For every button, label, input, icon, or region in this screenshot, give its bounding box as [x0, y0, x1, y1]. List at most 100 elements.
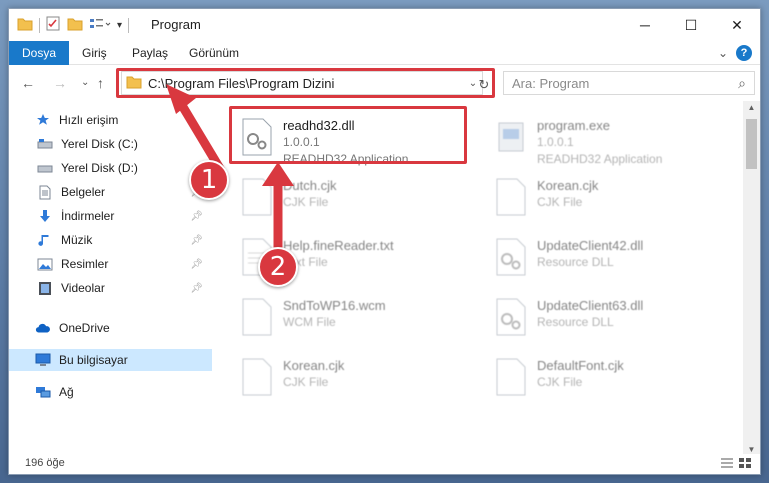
- sidebar-item-downloads[interactable]: İndirmeler 📌︎: [9, 205, 205, 227]
- sidebar-item-onedrive[interactable]: OneDrive: [9, 317, 205, 339]
- sidebar-item-network[interactable]: Ağ: [9, 381, 205, 403]
- toolbar-divider: [128, 17, 130, 33]
- help-icon[interactable]: ?: [736, 45, 752, 61]
- file-name: Korean.cjk: [283, 358, 345, 373]
- folder-icon: [17, 17, 33, 34]
- generic-file-icon: [239, 357, 275, 401]
- sidebar-item-label: Videolar: [61, 281, 105, 295]
- ribbon-right-controls: ⌄ ?: [718, 45, 752, 61]
- step-2-badge: 2: [258, 247, 298, 287]
- recent-locations-button[interactable]: ⌄: [81, 77, 89, 88]
- sidebar-item-label: Yerel Disk (D:): [61, 161, 138, 175]
- file-name: DefaultFont.cjk: [537, 358, 624, 373]
- large-icons-view-icon[interactable]: [738, 457, 752, 472]
- generic-file-icon: [239, 297, 275, 341]
- search-icon: ⌕: [738, 74, 746, 91]
- file-version: 1.0.0.1: [283, 135, 320, 149]
- pin-icon: 📌︎: [190, 234, 203, 246]
- pictures-icon: [37, 256, 53, 272]
- file-name: program.exe: [537, 118, 610, 133]
- drive-d-icon: [37, 160, 53, 176]
- tab-home[interactable]: Giriş: [82, 46, 107, 60]
- customize-toolbar-icon[interactable]: ▾: [117, 20, 122, 31]
- pin-icon: 📌︎: [190, 258, 203, 270]
- scroll-up-icon[interactable]: ▲: [743, 103, 760, 112]
- pin-icon: 📌︎: [190, 282, 203, 294]
- folder-icon: [126, 75, 142, 92]
- tab-share[interactable]: Paylaş: [132, 46, 168, 60]
- file-item[interactable]: Korean.cjk CJK File: [239, 357, 344, 401]
- tab-file[interactable]: Dosya: [9, 41, 69, 65]
- file-type: CJK File: [283, 375, 329, 389]
- file-version: 1.0.0.1: [537, 135, 574, 149]
- window-controls: ─ ☐ ✕: [622, 9, 760, 41]
- downloads-icon: [37, 208, 53, 224]
- file-item[interactable]: DefaultFont.cjk CJK File: [493, 357, 624, 401]
- sidebar-item-music[interactable]: Müzik 📌︎: [9, 229, 205, 251]
- ribbon-tabs: Dosya Giriş Paylaş Görünüm ⌄ ?: [9, 41, 760, 65]
- sidebar-item-pictures[interactable]: Resimler 📌︎: [9, 253, 205, 275]
- toolbar-divider: [39, 17, 40, 33]
- file-name: UpdateClient42.dll: [537, 238, 644, 253]
- up-button[interactable]: ↑: [97, 75, 104, 91]
- search-input[interactable]: Ara: Program ⌕: [503, 71, 755, 95]
- vertical-scrollbar[interactable]: ▲ ▼: [743, 101, 760, 456]
- quick-access-toolbar: ▾: [17, 16, 130, 34]
- file-type: Resource DLL: [537, 315, 614, 329]
- arrow-to-file: [262, 162, 294, 255]
- sidebar-item-label: Belgeler: [61, 185, 106, 199]
- file-type: Text File: [283, 255, 328, 269]
- expand-ribbon-icon[interactable]: ⌄: [718, 46, 728, 60]
- file-item[interactable]: SndToWP16.wcm WCM File: [239, 297, 386, 341]
- file-type: WCM File: [283, 315, 336, 329]
- sidebar-item-label: OneDrive: [59, 321, 110, 335]
- drive-c-icon: [37, 136, 53, 152]
- window-title: Program: [151, 17, 201, 32]
- minimize-button[interactable]: ─: [622, 9, 668, 41]
- file-explorer-window: ▾ Program ─ ☐ ✕ Dosya Giriş Paylaş Görün…: [8, 8, 761, 475]
- sidebar-item-label: Müzik: [61, 233, 93, 247]
- generic-file-icon: [493, 177, 529, 221]
- back-button[interactable]: ←: [21, 75, 35, 91]
- new-folder-icon[interactable]: [67, 17, 83, 34]
- file-item[interactable]: UpdateClient42.dll Resource DLL: [493, 237, 643, 281]
- file-name: Korean.cjk: [537, 178, 599, 193]
- file-item[interactable]: Korean.cjk CJK File: [493, 177, 598, 221]
- scroll-down-icon[interactable]: ▼: [743, 445, 760, 454]
- pin-icon: 📌︎: [190, 210, 203, 222]
- forward-button[interactable]: →: [53, 75, 67, 91]
- dll-file-icon: [493, 297, 529, 341]
- view-options-icon[interactable]: [89, 17, 111, 34]
- close-button[interactable]: ✕: [714, 9, 760, 41]
- item-count: 196 öğe: [25, 457, 65, 469]
- file-description: READHD32 Application: [283, 152, 409, 166]
- network-icon: [35, 384, 51, 400]
- videos-icon: [37, 280, 53, 296]
- scrollbar-thumb[interactable]: [746, 119, 757, 169]
- details-view-icon[interactable]: [720, 457, 734, 472]
- file-description: READHD32 Application: [537, 152, 663, 166]
- tab-view[interactable]: Görünüm: [189, 46, 239, 60]
- sidebar-item-this-pc[interactable]: Bu bilgisayar: [9, 349, 212, 371]
- generic-file-icon: [493, 357, 529, 401]
- title-bar: ▾ Program ─ ☐ ✕: [9, 9, 760, 41]
- properties-icon[interactable]: [46, 16, 61, 34]
- file-type: CJK File: [537, 375, 583, 389]
- sidebar-item-label: Resimler: [61, 257, 109, 271]
- file-name: Help.fineReader.txt: [283, 238, 394, 253]
- file-type: CJK File: [537, 195, 583, 209]
- star-icon: [35, 112, 51, 128]
- sidebar-item-label: Hızlı erişim: [59, 113, 119, 127]
- exe-file-icon: [493, 117, 529, 161]
- file-item[interactable]: program.exe 1.0.0.1 READHD32 Application: [493, 117, 662, 168]
- refresh-button[interactable]: ↻: [474, 75, 494, 95]
- sidebar-item-videos[interactable]: Videolar 📌︎: [9, 277, 205, 299]
- sidebar-item-label: Bu bilgisayar: [59, 353, 128, 367]
- file-item[interactable]: UpdateClient63.dll Resource DLL: [493, 297, 643, 341]
- documents-icon: [37, 184, 53, 200]
- dll-file-icon: [239, 117, 275, 161]
- sidebar-item-label: Yerel Disk (C:): [61, 137, 138, 151]
- maximize-button[interactable]: ☐: [668, 9, 714, 41]
- music-icon: [37, 232, 53, 248]
- onedrive-icon: [35, 320, 51, 336]
